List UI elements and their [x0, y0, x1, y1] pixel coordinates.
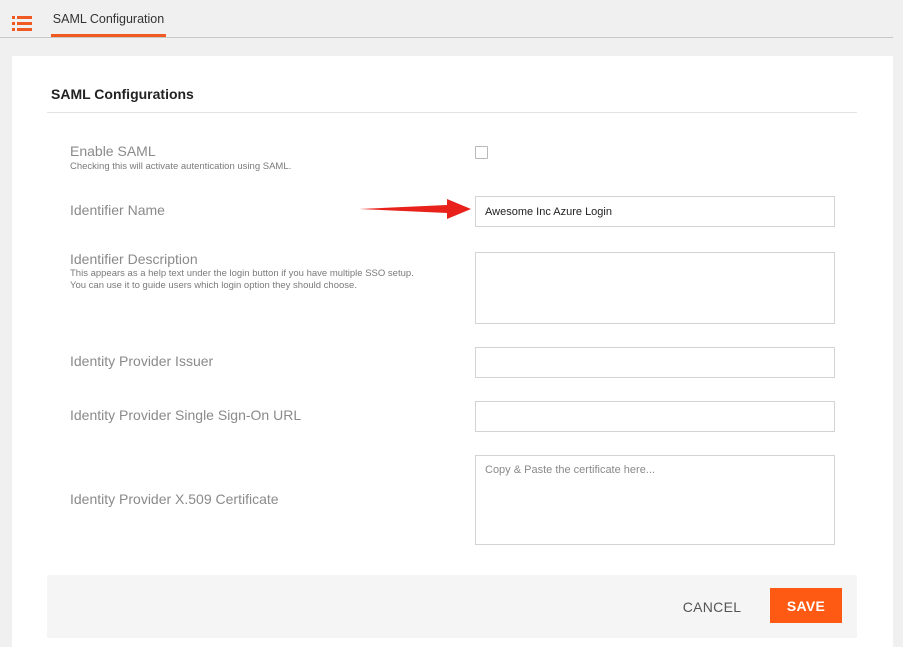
idp-sso-url-input[interactable] [475, 401, 835, 432]
identifier-description-textarea[interactable] [475, 252, 835, 324]
idp-issuer-input[interactable] [475, 347, 835, 378]
cancel-button[interactable]: CANCEL [672, 589, 752, 624]
red-arrow-icon [359, 199, 471, 219]
top-bar: SAML Configuration [0, 0, 893, 38]
idp-issuer-label: Identity Provider Issuer [70, 353, 214, 369]
saml-configuration-card: SAML Configurations Enable SAML Checking… [12, 56, 893, 647]
identifier-description-label: Identifier Description [70, 251, 198, 267]
enable-saml-help: Checking this will activate autenticatio… [70, 161, 292, 172]
idp-certificate-textarea[interactable] [475, 455, 835, 545]
save-button[interactable]: SAVE [770, 588, 842, 623]
enable-saml-checkbox[interactable] [475, 146, 488, 159]
section-title: SAML Configurations [51, 86, 194, 102]
identifier-name-label: Identifier Name [70, 202, 165, 218]
identifier-description-help: This appears as a help text under the lo… [70, 268, 414, 291]
tab-saml-configuration[interactable]: SAML Configuration [51, 0, 166, 38]
idp-sso-url-label: Identity Provider Single Sign-On URL [70, 407, 302, 423]
list-icon[interactable] [12, 16, 32, 31]
enable-saml-label: Enable SAML [70, 143, 156, 159]
idp-certificate-label: Identity Provider X.509 Certificate [70, 491, 279, 507]
identifier-name-input[interactable] [475, 196, 835, 227]
form-footer: CANCEL SAVE [47, 575, 857, 638]
section-divider [47, 112, 857, 113]
